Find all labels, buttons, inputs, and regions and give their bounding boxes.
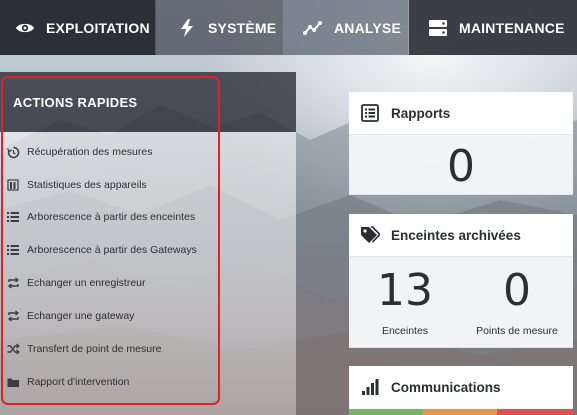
quick-action-label: Récupération des mesures — [27, 146, 153, 158]
quick-action-echanger-enregistreur[interactable]: Echanger un enregistreur — [6, 273, 146, 293]
quick-action-rapport-intervention[interactable]: Rapport d'intervention — [6, 372, 129, 392]
status-segment-red — [497, 409, 573, 415]
quick-action-label: Arborescence à partir des Gateways — [27, 244, 197, 256]
quick-actions-list: Récupération des mesures Statistiques de… — [0, 132, 296, 415]
card-rapports[interactable]: Rapports 0 — [349, 92, 573, 195]
quick-action-transfert-point-mesure[interactable]: Transfert de point de mesure — [6, 339, 161, 359]
signal-bars-icon — [360, 377, 380, 397]
quick-action-recuperation-mesures[interactable]: Récupération des mesures — [6, 142, 152, 162]
communications-status-bar — [349, 409, 573, 415]
points-mesure-label: Points de mesure — [476, 325, 558, 337]
quick-action-statistiques-appareils[interactable]: Statistiques des appareils — [6, 175, 147, 195]
exchange-icon — [6, 309, 20, 323]
nav-tab-exploitation[interactable]: EXPLOITATION — [0, 0, 156, 55]
card-body: 0 — [349, 135, 573, 195]
folder-icon — [6, 375, 20, 389]
status-segment-orange — [423, 409, 497, 415]
card-title: Communications — [391, 379, 501, 395]
quick-action-label: Statistiques des appareils — [27, 179, 147, 191]
quick-action-label: Echanger une gateway — [27, 310, 135, 322]
retrieve-icon — [6, 145, 20, 159]
shuffle-icon — [6, 342, 20, 356]
quick-action-arborescence-enceintes[interactable]: Arborescence à partir des enceintes — [6, 207, 195, 227]
list-icon — [6, 210, 20, 224]
nav-tab-systeme[interactable]: SYSTÈME — [156, 0, 284, 55]
status-segment-green — [349, 409, 423, 415]
report-icon — [360, 103, 380, 123]
exchange-icon — [6, 276, 20, 290]
nav-tab-label: SYSTÈME — [208, 19, 277, 36]
card-header: Rapports — [349, 92, 573, 135]
quick-action-label: Transfert de point de mesure — [27, 343, 162, 355]
quick-action-label: Echanger un enregistreur — [27, 277, 146, 289]
quick-actions-header: ACTIONS RAPIDES — [0, 72, 296, 132]
nav-tab-analyse[interactable]: ANALYSE — [284, 0, 409, 55]
stats-icon — [6, 178, 20, 192]
card-enceintes-archivees[interactable]: Enceintes archivées 13 Enceintes 0 Point… — [349, 214, 573, 348]
line-chart-icon — [302, 18, 324, 38]
nav-tab-label: EXPLOITATION — [46, 19, 150, 36]
points-mesure-count: 0 — [503, 265, 531, 316]
card-communications[interactable]: Communications — [349, 366, 573, 409]
nav-tab-maintenance[interactable]: MAINTENANCE — [409, 0, 577, 55]
nav-tab-label: ANALYSE — [334, 19, 402, 36]
quick-action-label: Rapport d'intervention — [27, 376, 130, 388]
card-body: 13 Enceintes 0 Points de mesure — [349, 257, 573, 348]
quick-action-arborescence-gateways[interactable]: Arborescence à partir des Gateways — [6, 240, 197, 260]
card-title: Enceintes archivées — [391, 227, 521, 243]
quick-actions-title: ACTIONS RAPIDES — [13, 95, 138, 110]
stat-points-mesure: 0 Points de mesure — [461, 265, 573, 338]
top-navigation: EXPLOITATION SYSTÈME ANALYSE MAINTENANCE — [0, 0, 577, 55]
enceintes-count: 13 — [377, 265, 433, 316]
server-icon — [427, 18, 449, 38]
lightning-icon — [176, 18, 198, 38]
stat-enceintes: 13 Enceintes — [349, 265, 461, 338]
eye-icon — [14, 18, 36, 38]
card-title: Rapports — [391, 105, 451, 121]
quick-action-label: Arborescence à partir des enceintes — [27, 211, 196, 223]
list-icon — [6, 243, 20, 257]
quick-action-echanger-gateway[interactable]: Echanger une gateway — [6, 306, 134, 326]
card-header: Communications — [349, 366, 573, 408]
card-header: Enceintes archivées — [349, 214, 573, 257]
enceintes-label: Enceintes — [381, 325, 429, 337]
tags-icon — [360, 225, 380, 245]
nav-tab-label: MAINTENANCE — [459, 19, 565, 36]
rapports-count: 0 — [447, 141, 475, 192]
